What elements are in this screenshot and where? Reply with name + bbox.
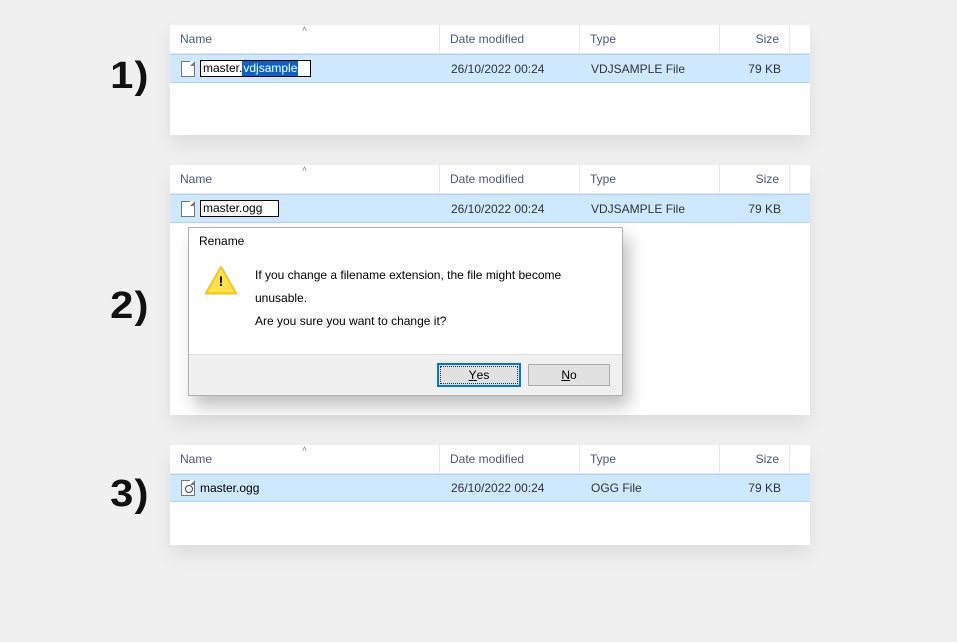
column-headers: Name ˄ Date modified Type Size	[170, 165, 810, 194]
file-row[interactable]: master.vdjsample 26/10/2022 00:24 VDJSAM…	[170, 54, 810, 83]
filename-selected-text: vdjsample	[242, 61, 298, 76]
file-row[interactable]: master.ogg 26/10/2022 00:24 VDJSAMPLE Fi…	[170, 194, 810, 223]
column-headers: Name ˄ Date modified Type Size	[170, 445, 810, 474]
column-type[interactable]: Type	[580, 165, 720, 193]
file-type: OGG File	[581, 479, 721, 497]
column-name[interactable]: Name ˄	[170, 25, 440, 53]
column-date[interactable]: Date modified	[440, 165, 580, 193]
sort-indicator-icon: ˄	[302, 444, 307, 454]
column-size[interactable]: Size	[720, 165, 790, 193]
rename-input[interactable]: master.vdjsample	[200, 60, 311, 77]
rename-dialog: Rename If you change a filename extensio…	[188, 227, 623, 396]
column-type[interactable]: Type	[580, 445, 720, 473]
column-date[interactable]: Date modified	[440, 445, 580, 473]
dialog-line-2: Are you sure you want to change it?	[255, 310, 606, 333]
file-icon	[181, 61, 195, 77]
column-size[interactable]: Size	[720, 25, 790, 53]
column-name[interactable]: Name ˄	[170, 445, 440, 473]
column-date[interactable]: Date modified	[440, 25, 580, 53]
column-headers: Name ˄ Date modified Type Size	[170, 25, 810, 54]
step-number-2: 2)	[23, 165, 177, 328]
filename-text: master.ogg	[200, 481, 259, 495]
file-type: VDJSAMPLE File	[581, 200, 721, 218]
rename-input[interactable]: master.ogg	[200, 200, 279, 217]
file-date: 26/10/2022 00:24	[441, 479, 581, 497]
filename-text: master.ogg	[203, 201, 262, 216]
filename-prefix: master.	[203, 61, 242, 76]
file-date: 26/10/2022 00:24	[441, 60, 581, 78]
column-size[interactable]: Size	[720, 445, 790, 473]
dialog-buttons: Yes No	[189, 354, 622, 395]
sort-indicator-icon: ˄	[302, 164, 307, 174]
step-1: 1) Name ˄ Date modified Type Size master…	[30, 25, 927, 135]
dialog-body: If you change a filename extension, the …	[189, 254, 622, 354]
dialog-text: If you change a filename extension, the …	[255, 264, 606, 332]
explorer-panel-2: Name ˄ Date modified Type Size master.og…	[170, 165, 810, 415]
column-type[interactable]: Type	[580, 25, 720, 53]
step-number-3: 3)	[23, 445, 177, 516]
file-type: VDJSAMPLE File	[581, 60, 721, 78]
dialog-line-1: If you change a filename extension, the …	[255, 264, 606, 310]
file-date: 26/10/2022 00:24	[441, 200, 581, 218]
step-number-1: 1)	[23, 25, 177, 98]
sort-indicator-icon: ˄	[302, 24, 307, 34]
column-name[interactable]: Name ˄	[170, 165, 440, 193]
file-icon	[181, 201, 195, 217]
file-size: 79 KB	[721, 200, 791, 218]
step-2: 2) Name ˄ Date modified Type Size master…	[30, 165, 927, 415]
yes-button[interactable]: Yes	[438, 364, 520, 386]
no-button[interactable]: No	[528, 364, 610, 386]
file-row[interactable]: master.ogg 26/10/2022 00:24 OGG File 79 …	[170, 474, 810, 502]
explorer-panel-1: Name ˄ Date modified Type Size master.vd…	[170, 25, 810, 135]
file-size: 79 KB	[721, 479, 791, 497]
explorer-panel-3: Name ˄ Date modified Type Size master.og…	[170, 445, 810, 545]
step-3: 3) Name ˄ Date modified Type Size master…	[30, 445, 927, 545]
dialog-title: Rename	[189, 228, 622, 254]
ogg-file-icon	[181, 480, 195, 496]
warning-icon	[205, 266, 237, 294]
file-size: 79 KB	[721, 60, 791, 78]
